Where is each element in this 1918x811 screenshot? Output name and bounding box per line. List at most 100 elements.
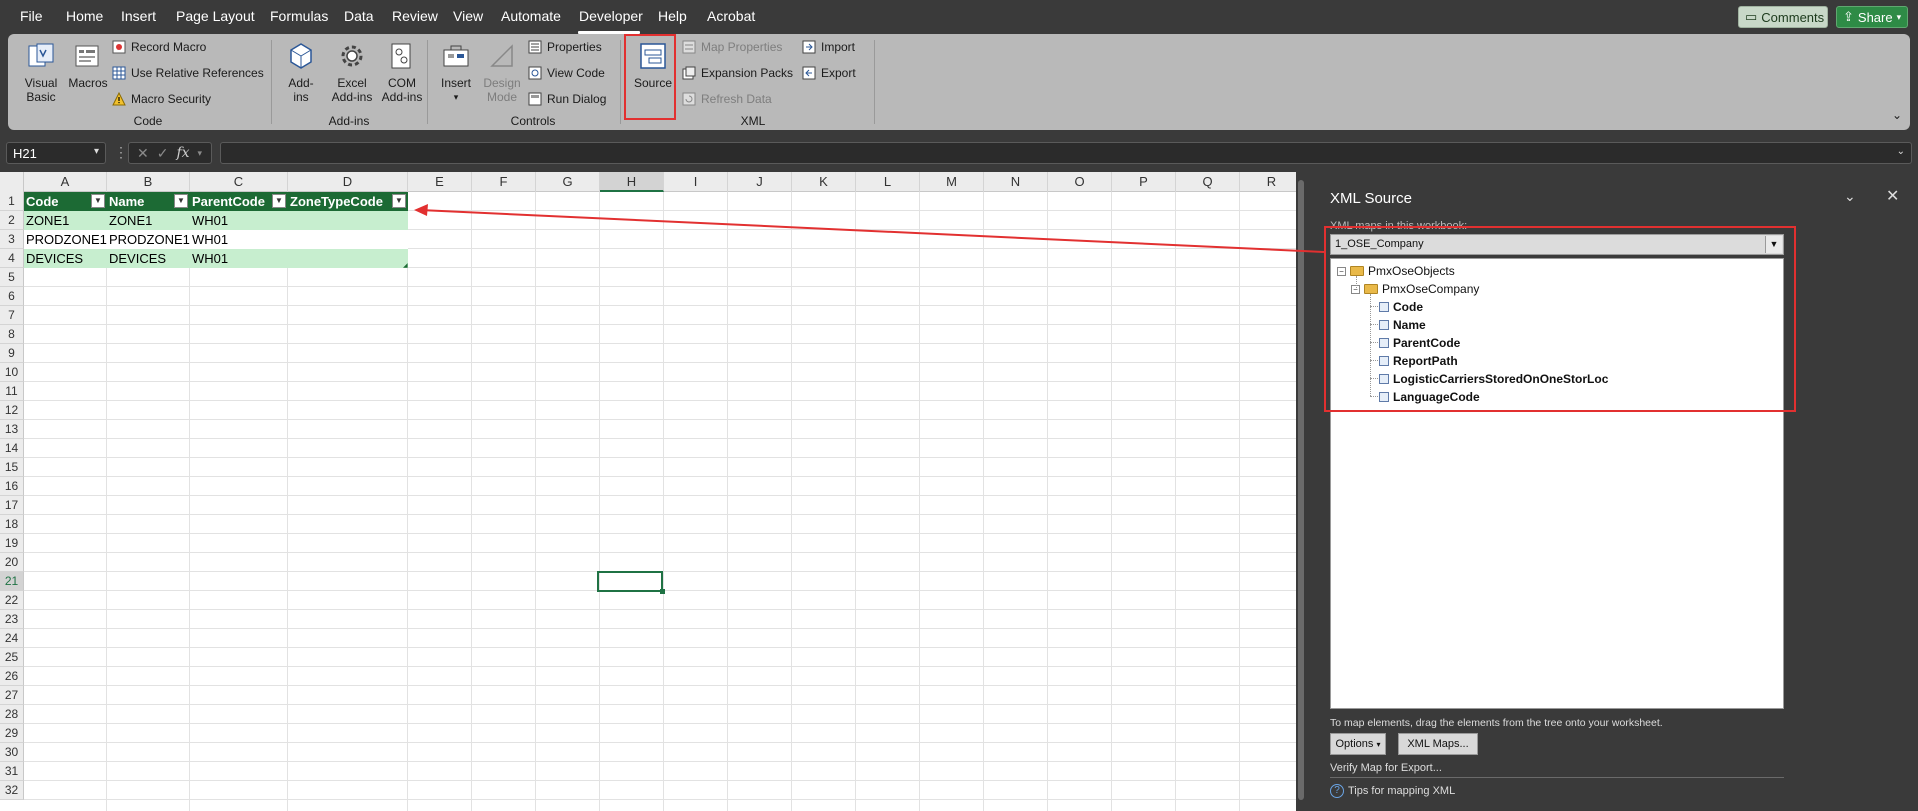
vertical-scrollbar[interactable] bbox=[1296, 172, 1306, 811]
row-header-5[interactable]: 5 bbox=[0, 268, 24, 287]
verify-map-link[interactable]: Verify Map for Export... bbox=[1330, 762, 1442, 774]
share-button[interactable]: ⇪ Share ▾ bbox=[1836, 6, 1908, 28]
row-header-20[interactable]: 20 bbox=[0, 553, 24, 572]
row-header-14[interactable]: 14 bbox=[0, 439, 24, 458]
column-header-j[interactable]: J bbox=[728, 172, 792, 192]
row-header-2[interactable]: 2 bbox=[0, 211, 24, 230]
map-properties-button[interactable]: Map Properties bbox=[682, 40, 782, 54]
row-header-25[interactable]: 25 bbox=[0, 648, 24, 667]
record-macro-button[interactable]: Record Macro bbox=[112, 40, 206, 54]
chevron-down-icon[interactable]: ▾ bbox=[198, 148, 203, 159]
row-header-21[interactable]: 21 bbox=[0, 572, 24, 591]
tab-data[interactable]: Data bbox=[344, 8, 374, 24]
select-all-corner[interactable] bbox=[0, 172, 24, 192]
filter-dropdown-icon[interactable]: ▼ bbox=[174, 194, 188, 208]
cancel-icon[interactable]: ✕ bbox=[137, 145, 149, 162]
table-cell[interactable]: DEVICES bbox=[107, 249, 190, 268]
row-header-18[interactable]: 18 bbox=[0, 515, 24, 534]
row-header-1[interactable]: 1 bbox=[0, 192, 24, 211]
excel-addins-button[interactable]: Excel Add-ins bbox=[328, 40, 376, 104]
more-options-icon[interactable]: ⋮ bbox=[114, 144, 128, 161]
tab-insert[interactable]: Insert bbox=[121, 8, 156, 24]
table-cell[interactable] bbox=[288, 249, 408, 268]
relative-references-button[interactable]: Use Relative References bbox=[112, 66, 264, 80]
row-header-24[interactable]: 24 bbox=[0, 629, 24, 648]
row-header-22[interactable]: 22 bbox=[0, 591, 24, 610]
tab-help[interactable]: Help bbox=[658, 8, 687, 24]
options-button[interactable]: Options ▾ bbox=[1330, 733, 1386, 755]
addins-button[interactable]: Add- ins bbox=[282, 40, 320, 104]
table-resize-handle[interactable]: ◢ bbox=[403, 262, 408, 269]
fill-handle[interactable] bbox=[660, 589, 665, 594]
column-header-q[interactable]: Q bbox=[1176, 172, 1240, 192]
table-header-cell[interactable]: ZoneTypeCode ▼ bbox=[288, 192, 408, 211]
row-header-30[interactable]: 30 bbox=[0, 743, 24, 762]
row-header-15[interactable]: 15 bbox=[0, 458, 24, 477]
tab-review[interactable]: Review bbox=[392, 8, 438, 24]
tab-home[interactable]: Home bbox=[66, 8, 103, 24]
collapse-ribbon-icon[interactable]: ⌄ bbox=[1892, 108, 1902, 122]
macro-security-button[interactable]: Macro Security bbox=[112, 92, 211, 106]
tab-page-layout[interactable]: Page Layout bbox=[176, 8, 255, 24]
column-header-k[interactable]: K bbox=[792, 172, 856, 192]
column-header-d[interactable]: D bbox=[288, 172, 408, 192]
row-header-9[interactable]: 9 bbox=[0, 344, 24, 363]
row-header-17[interactable]: 17 bbox=[0, 496, 24, 515]
chevron-down-icon[interactable]: ▾ bbox=[94, 146, 99, 157]
table-cell[interactable]: PRODZONE1 bbox=[24, 230, 107, 249]
row-header-23[interactable]: 23 bbox=[0, 610, 24, 629]
column-header-f[interactable]: F bbox=[472, 172, 536, 192]
row-header-16[interactable]: 16 bbox=[0, 477, 24, 496]
row-header-7[interactable]: 7 bbox=[0, 306, 24, 325]
row-header-4[interactable]: 4 bbox=[0, 249, 24, 268]
table-cell[interactable]: DEVICES bbox=[24, 249, 107, 268]
close-icon[interactable]: ✕ bbox=[1886, 186, 1899, 206]
tab-formulas[interactable]: Formulas bbox=[270, 8, 328, 24]
expansion-packs-button[interactable]: Expansion Packs bbox=[682, 66, 793, 80]
design-mode-button[interactable]: Design Mode bbox=[480, 40, 524, 104]
table-cell[interactable] bbox=[288, 211, 408, 230]
column-header-h[interactable]: H bbox=[600, 172, 664, 192]
insert-function-icon[interactable]: fx bbox=[176, 145, 189, 161]
properties-button[interactable]: Properties bbox=[528, 40, 602, 54]
table-cell[interactable]: WH01 bbox=[190, 230, 288, 249]
export-button[interactable]: Export bbox=[802, 66, 856, 80]
tab-automate[interactable]: Automate bbox=[501, 8, 561, 24]
column-header-l[interactable]: L bbox=[856, 172, 920, 192]
tab-acrobat[interactable]: Acrobat bbox=[707, 8, 755, 24]
column-header-r[interactable]: R bbox=[1240, 172, 1296, 192]
tab-view[interactable]: View bbox=[453, 8, 483, 24]
name-box[interactable]: H21 ▾ bbox=[6, 142, 106, 164]
row-header-12[interactable]: 12 bbox=[0, 401, 24, 420]
column-header-m[interactable]: M bbox=[920, 172, 984, 192]
expand-formula-icon[interactable]: ⌄ bbox=[1897, 146, 1905, 157]
comments-button[interactable]: ▭ Comments bbox=[1738, 6, 1828, 28]
row-header-6[interactable]: 6 bbox=[0, 287, 24, 306]
table-cell[interactable]: ZONE1 bbox=[107, 211, 190, 230]
row-header-32[interactable]: 32 bbox=[0, 781, 24, 800]
table-header-cell[interactable]: Code ▼ bbox=[24, 192, 107, 211]
row-header-27[interactable]: 27 bbox=[0, 686, 24, 705]
column-header-i[interactable]: I bbox=[664, 172, 728, 192]
row-header-8[interactable]: 8 bbox=[0, 325, 24, 344]
insert-control-button[interactable]: Insert ▾ bbox=[436, 40, 476, 104]
row-header-13[interactable]: 13 bbox=[0, 420, 24, 439]
row-header-29[interactable]: 29 bbox=[0, 724, 24, 743]
view-code-button[interactable]: View Code bbox=[528, 66, 605, 80]
filter-dropdown-icon[interactable]: ▼ bbox=[91, 194, 105, 208]
formula-input[interactable]: ⌄ bbox=[220, 142, 1912, 164]
row-header-3[interactable]: 3 bbox=[0, 230, 24, 249]
tips-link[interactable]: ? Tips for mapping XML bbox=[1330, 784, 1455, 798]
column-header-b[interactable]: B bbox=[107, 172, 190, 192]
import-button[interactable]: Import bbox=[802, 40, 855, 54]
xml-maps-button[interactable]: XML Maps... bbox=[1398, 733, 1478, 755]
row-header-10[interactable]: 10 bbox=[0, 363, 24, 382]
row-header-26[interactable]: 26 bbox=[0, 667, 24, 686]
table-cell[interactable]: PRODZONE1 bbox=[107, 230, 190, 249]
row-header-11[interactable]: 11 bbox=[0, 382, 24, 401]
row-header-19[interactable]: 19 bbox=[0, 534, 24, 553]
worksheet-grid[interactable]: ABCDEFGHIJKLMNOPQR 1 2 3 4 5 6 7 8 9 10 11 12 13 14 15… bbox=[0, 172, 1296, 811]
refresh-data-button[interactable]: Refresh Data bbox=[682, 92, 772, 106]
column-header-n[interactable]: N bbox=[984, 172, 1048, 192]
column-header-p[interactable]: P bbox=[1112, 172, 1176, 192]
